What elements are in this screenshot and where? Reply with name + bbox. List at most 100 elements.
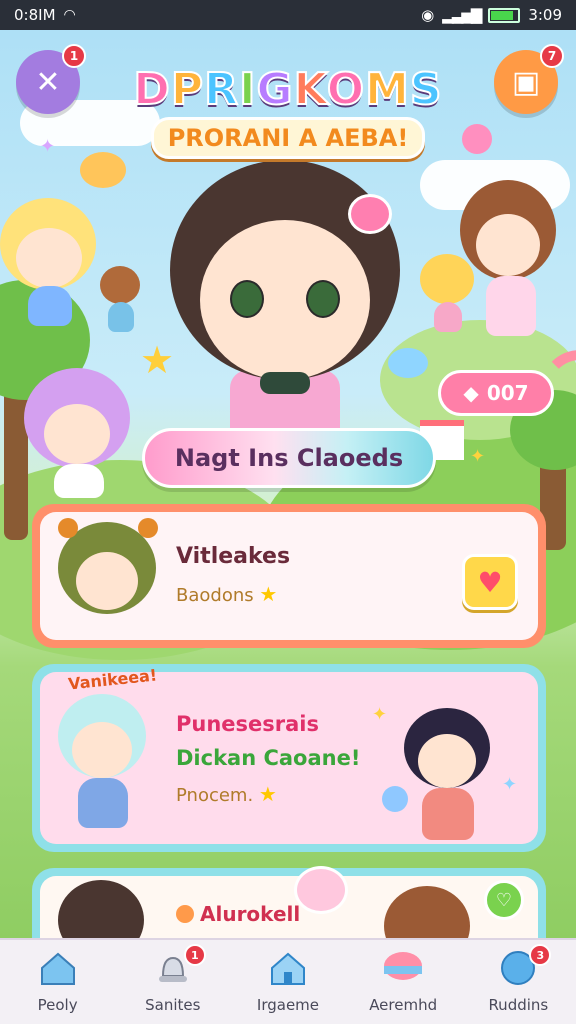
character-tiny[interactable] xyxy=(100,266,144,336)
nav-label: Irgaeme xyxy=(256,996,320,1014)
character-hair xyxy=(420,254,474,304)
character-card[interactable]: Alurokell ♡ xyxy=(32,866,546,940)
back-arrow-icon: ✕ xyxy=(35,64,61,100)
banner-text: Nagt Ins Claoeds xyxy=(174,444,404,472)
character-face xyxy=(476,214,540,276)
status-time-left: 0:8IM xyxy=(14,6,56,24)
status-bar: 0:8IM ◠ ◉ ▂▃▅▇ 3:09 xyxy=(0,0,576,30)
favorite-heart-button[interactable]: ♥ xyxy=(462,554,518,610)
gem-counter[interactable]: ◆ 007 xyxy=(438,370,554,416)
bowl-icon xyxy=(382,948,424,988)
home-icon xyxy=(37,948,79,988)
character-face xyxy=(16,228,82,288)
heart-icon: ♥ xyxy=(477,565,503,599)
main-banner-button[interactable]: Nagt Ins Claoeds xyxy=(142,428,436,488)
card-line2: Dickan Caoane! xyxy=(176,746,361,770)
character-face xyxy=(200,220,370,380)
character-small-blonde[interactable] xyxy=(420,254,476,334)
logo-letter: D xyxy=(132,63,171,116)
character-face xyxy=(418,734,476,788)
logo-letter: M xyxy=(364,63,410,116)
character-face xyxy=(44,404,110,464)
star-icon: ★ xyxy=(258,782,277,806)
character-body xyxy=(422,788,474,840)
logo-letter: P xyxy=(170,63,205,116)
nav-item-sanites[interactable]: 1 Sanites xyxy=(118,944,228,1014)
ear-icon xyxy=(58,518,78,538)
card-subtitle-text: Baodons xyxy=(176,585,254,606)
sparkle-icon: ✦ xyxy=(502,774,518,795)
character-body xyxy=(434,302,462,332)
bow-icon xyxy=(260,372,310,394)
candy-icon xyxy=(294,866,348,914)
character-purple[interactable] xyxy=(24,368,134,498)
character-body xyxy=(78,778,128,828)
sparkle-icon: ✦ xyxy=(40,136,56,157)
event-card[interactable]: Vanikeea! Punesesrais Dickan Caoane! Pno… xyxy=(32,664,546,852)
logo-subtitle: PRORANI A AEBA! xyxy=(150,117,426,159)
nav-item-ruddins[interactable]: 3 Ruddins xyxy=(463,944,573,1014)
flower-clip-icon xyxy=(348,194,392,234)
wifi-icon: ◠ xyxy=(63,7,76,23)
logo-title: DPRIGKOMS xyxy=(112,63,464,116)
card-subtitle: Baodons ★ xyxy=(176,582,277,606)
sparkle-icon: ✦ xyxy=(372,704,388,725)
main-character[interactable] xyxy=(160,160,410,460)
character-body xyxy=(486,276,536,336)
character-hair xyxy=(100,266,140,304)
house-icon xyxy=(267,948,309,988)
character-body xyxy=(108,302,134,332)
nav-label: Peoly xyxy=(37,996,78,1014)
nav-item-irgaeme[interactable]: Irgaeme xyxy=(233,948,343,1014)
bottom-nav: Peoly 1 Sanites Irgaeme Aeremhd 3 Ruddin… xyxy=(0,938,576,1024)
ear-icon xyxy=(138,518,158,538)
star-icon: ★ xyxy=(259,582,278,606)
card-title-row: Alurokell xyxy=(176,902,300,926)
shop-button[interactable]: ▣ 7 xyxy=(494,44,564,114)
logo-letter: O xyxy=(326,63,366,116)
gem-counter-value: 007 xyxy=(486,381,529,405)
flower-icon xyxy=(176,905,194,923)
character-face xyxy=(72,722,132,778)
game-scene: ★ ✦ ✦ ◆ 007 Nagt Ins Claoeds Vitleakes B… xyxy=(0,30,576,940)
eye-icon: ◉ xyxy=(421,6,435,24)
nav-item-peoly[interactable]: Peoly xyxy=(3,948,113,1014)
card-character xyxy=(404,708,494,848)
notification-badge: 1 xyxy=(183,944,206,966)
notification-badge: 7 xyxy=(540,44,564,68)
shop-icon: ▣ xyxy=(511,64,541,100)
character-hair xyxy=(58,880,144,940)
character-blonde[interactable] xyxy=(0,198,100,328)
balloon-icon xyxy=(462,124,492,154)
sparkle-icon: ✦ xyxy=(470,446,486,467)
logo-letter: R xyxy=(203,63,240,116)
card-character xyxy=(58,880,148,940)
back-button[interactable]: ✕ 1 xyxy=(16,44,86,114)
character-face xyxy=(76,552,138,610)
gem-icon: ◆ xyxy=(463,381,479,405)
logo-letter: S xyxy=(409,63,443,116)
character-body xyxy=(54,464,104,498)
card-title: Vitleakes xyxy=(176,544,291,569)
notification-badge: 1 xyxy=(62,44,86,68)
nav-item-aeremhd[interactable]: Aeremhd xyxy=(348,948,458,1014)
card-line1: Punesesrais xyxy=(176,712,320,736)
character-eye xyxy=(306,280,340,318)
signal-icon: ▂▃▅▇ xyxy=(442,6,482,24)
heart-bubble-icon[interactable]: ♡ xyxy=(484,880,524,920)
logo-letter: I xyxy=(238,63,257,116)
character-hair xyxy=(384,886,470,940)
game-logo: DPRIGKOMS PRORANI A AEBA! xyxy=(112,63,464,159)
card-subtitle: Pnocem. ★ xyxy=(176,782,277,806)
card-character xyxy=(58,518,158,632)
battery-icon xyxy=(488,7,521,23)
card-character xyxy=(58,694,148,844)
logo-letter: K xyxy=(293,63,327,116)
candy-icon xyxy=(382,786,408,812)
character-body xyxy=(28,286,72,326)
card-subtitle-text: Pnocem. xyxy=(176,785,254,806)
nav-label: Ruddins xyxy=(488,996,549,1014)
character-card[interactable]: Vitleakes Baodons ★ ♥ xyxy=(32,504,546,648)
logo-letter: G xyxy=(255,63,294,116)
status-time-right: 3:09 xyxy=(528,6,562,24)
